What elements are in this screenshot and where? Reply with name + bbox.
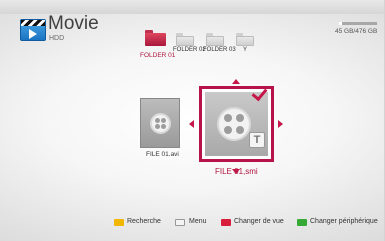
help-change-view-label: Changer de vue [234, 218, 284, 225]
red-key-icon [221, 219, 231, 226]
folder-02-icon[interactable] [176, 33, 194, 46]
clapper-stripes [21, 20, 45, 26]
file-label-avi: FILE 01.avi [146, 151, 179, 158]
file-tile-avi[interactable] [140, 98, 180, 148]
file-tile-smi[interactable]: T [199, 86, 274, 162]
folder-y-label: Y [243, 47, 248, 53]
folder-01-icon[interactable] [145, 30, 166, 46]
yellow-key-icon [114, 219, 124, 226]
nav-up-arrow-icon[interactable] [232, 79, 240, 84]
subtitle-badge: T [249, 132, 265, 148]
film-reel-icon [150, 113, 171, 134]
movie-app-icon [20, 19, 46, 41]
source-label: HDD [49, 35, 65, 42]
white-key-icon [175, 219, 185, 226]
folder-03-icon[interactable] [206, 33, 224, 46]
storage-bar-fill [339, 22, 343, 25]
green-key-icon [297, 219, 307, 226]
folder-y-icon[interactable] [236, 33, 254, 46]
storage-text: 45 GB/476 GB [335, 28, 378, 35]
play-icon [29, 29, 37, 39]
folder-02-label: FOLDER 02 [173, 47, 206, 53]
top-bar [0, 0, 384, 14]
folder-03-label: FOLDER 03 [203, 47, 236, 53]
nav-left-arrow-icon[interactable] [189, 120, 194, 128]
help-search-label: Recherche [127, 218, 161, 225]
nav-right-arrow-icon[interactable] [278, 120, 283, 128]
page-title: Movie [48, 13, 99, 34]
help-menu-label: Menu [189, 218, 207, 225]
file-label-smi: FILE 01,smi [215, 167, 258, 176]
folder-01-label: FOLDER 01 [140, 52, 176, 59]
help-change-device-label: Changer périphérique [310, 218, 378, 225]
storage-bar [339, 22, 377, 25]
movie-browser-screen: Movie HDD 45 GB/476 GB FOLDER 01 FOLDER … [0, 0, 385, 241]
file-tile-smi-thumb: T [205, 92, 268, 156]
film-reel-subtitle-icon [217, 107, 251, 141]
